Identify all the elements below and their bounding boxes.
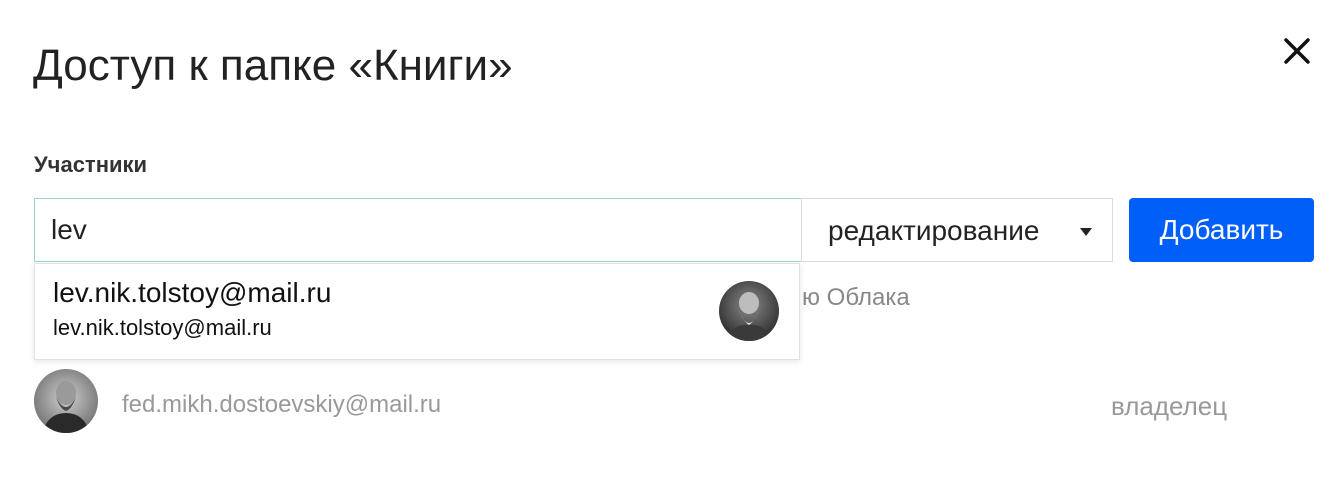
role-select[interactable]: редактирование: [801, 198, 1113, 262]
avatar: [719, 281, 779, 341]
close-button[interactable]: [1280, 34, 1314, 68]
role-select-value: редактирование: [828, 215, 1040, 246]
suggestion-name: lev.nik.tolstoy@mail.ru: [53, 277, 332, 308]
suggestion-email: lev.nik.tolstoy@mail.ru: [53, 315, 272, 340]
share-folder-dialog: Доступ к папке «Книги» Участники редакти…: [0, 0, 1344, 496]
member-row: fed.mikh.dostoevskiy@mail.ru владелец: [34, 368, 1314, 434]
members-section-label: Участники: [34, 152, 148, 177]
chevron-down-icon: [1080, 228, 1092, 236]
invite-email-input[interactable]: [34, 198, 802, 262]
avatar-photo: [719, 281, 779, 341]
close-icon: [1284, 38, 1310, 64]
suggestions-dropdown: lev.nik.tolstoy@mail.ru lev.nik.tolstoy@…: [34, 263, 800, 360]
member-role: владелец: [1111, 391, 1228, 421]
add-button[interactable]: Добавить: [1129, 198, 1314, 262]
avatar: [34, 369, 98, 433]
hint-text: ю Облака: [802, 284, 910, 311]
suggestion-item[interactable]: lev.nik.tolstoy@mail.ru lev.nik.tolstoy@…: [35, 264, 799, 359]
avatar-photo: [34, 369, 98, 433]
dialog-title: Доступ к папке «Книги»: [33, 41, 513, 90]
member-email: fed.mikh.dostoevskiy@mail.ru: [122, 391, 442, 418]
